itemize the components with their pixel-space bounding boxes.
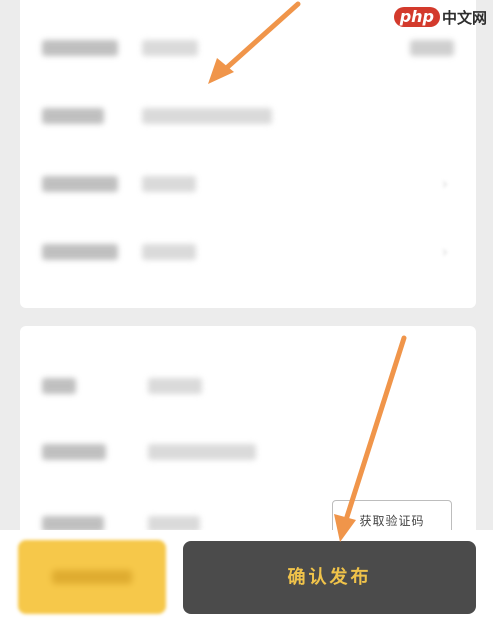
site-watermark: php 中文网 [393,4,487,30]
field-value-blurred [142,108,272,124]
form-row-contact-phone[interactable] [20,432,476,472]
form-row-1[interactable] [20,28,476,68]
field-label-blurred [42,244,118,260]
form-row-4[interactable]: › [20,232,476,272]
field-label-blurred [42,108,104,124]
field-value-blurred [142,176,196,192]
field-value-blurred [148,378,202,394]
field-value-blurred [148,444,256,460]
form-row-3[interactable]: › [20,164,476,204]
field-label-blurred [42,40,118,56]
field-value-blurred [142,244,196,260]
field-label-blurred [42,378,76,394]
field-label-blurred [42,176,118,192]
chevron-right-icon: › [441,174,448,193]
field-value-blurred [142,40,198,56]
save-draft-button[interactable] [18,540,166,614]
save-draft-label-blurred [52,570,132,584]
screen: › › 获取验证码 确认发布 php 中文网 [0,0,493,625]
watermark-text: 中文网 [441,8,487,27]
form-row-contact-name[interactable] [20,366,476,406]
field-label-blurred [42,444,106,460]
chevron-right-icon: › [441,242,448,261]
form-row-2[interactable] [20,96,476,136]
php-logo: php [393,7,440,27]
field-action-blurred [410,40,454,56]
form-card-top: › › [20,0,476,308]
confirm-publish-button[interactable]: 确认发布 [183,541,476,614]
